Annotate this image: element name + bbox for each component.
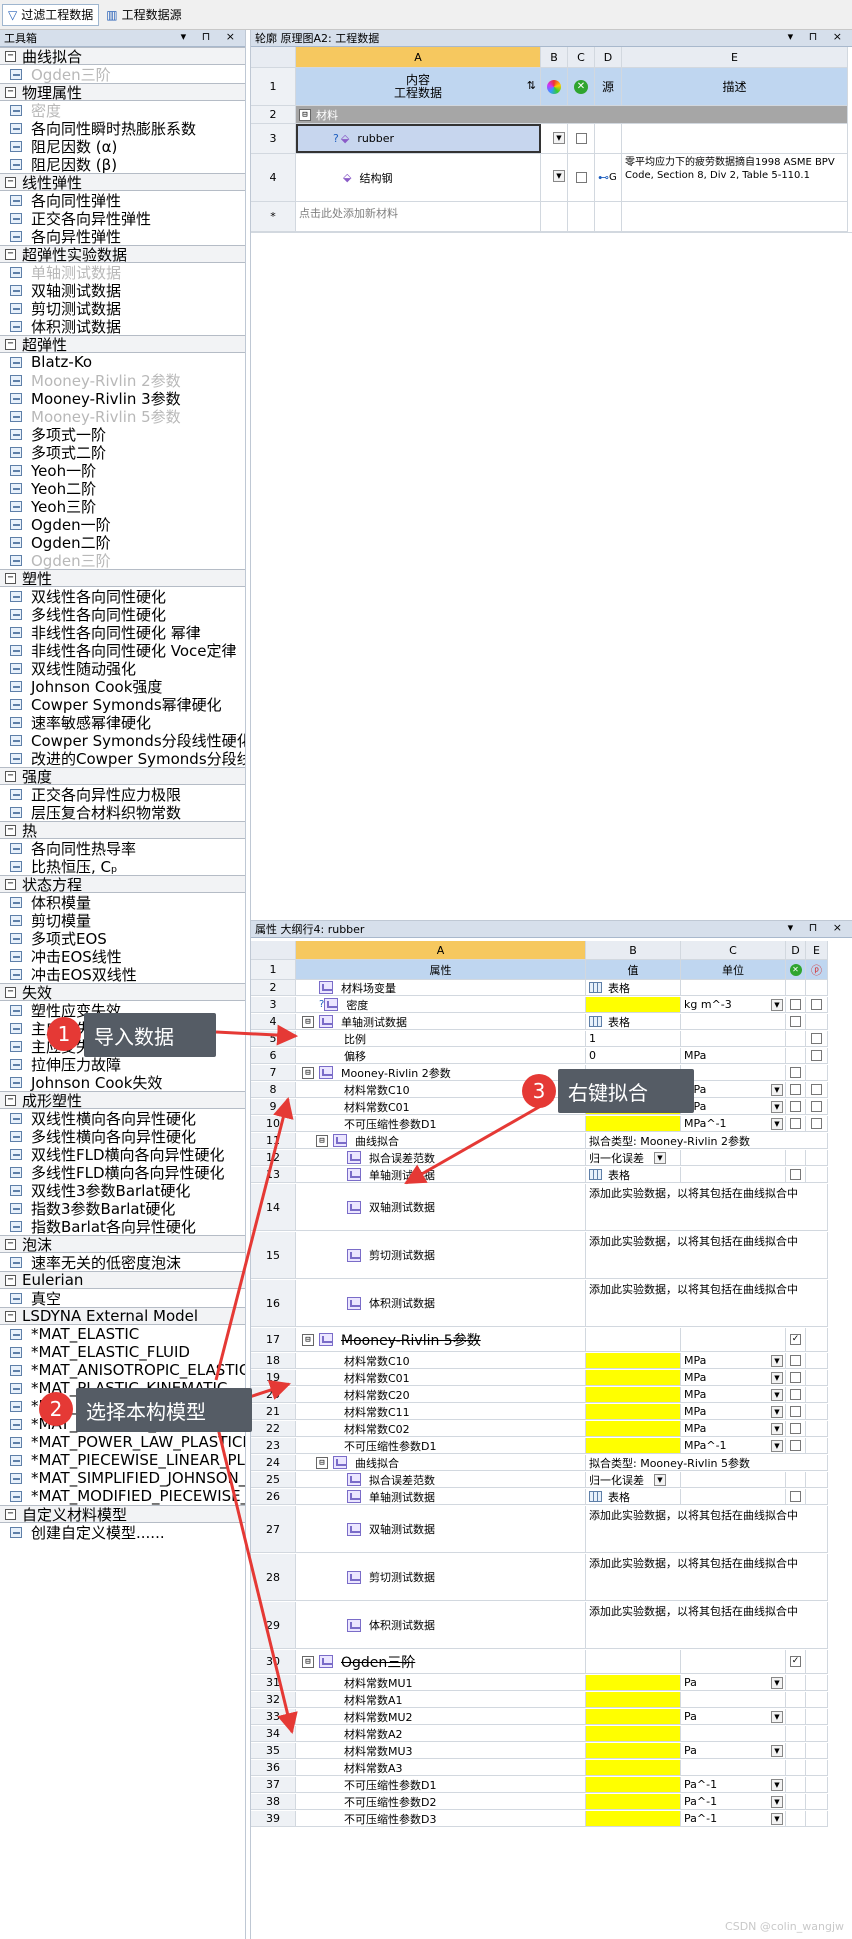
callout-select-model: 选择本构模型 — [76, 1388, 252, 1432]
step-badge-1: 1 — [47, 1017, 81, 1051]
arrow-1 — [215, 1024, 299, 1046]
arrow-2a — [214, 1096, 294, 1381]
callout-import-data: 导入数据 — [84, 1013, 216, 1057]
step-badge-2: 2 — [39, 1392, 73, 1426]
annotation-arrows — [214, 1024, 554, 1735]
watermark: CSDN @colin_wangjw — [725, 1920, 844, 1933]
callout-right-click-fit: 右键拟合 — [558, 1069, 694, 1113]
step-badge-3: 3 — [522, 1074, 556, 1108]
app-window: ▽ 过滤工程数据 ▥ 工程数据源 工具箱 ▾ ⊓ × − 曲线拟合 Ogden三阶 −… — [0, 0, 852, 1939]
arrow-3 — [404, 1097, 554, 1185]
arrow-2c — [214, 1419, 298, 1735]
